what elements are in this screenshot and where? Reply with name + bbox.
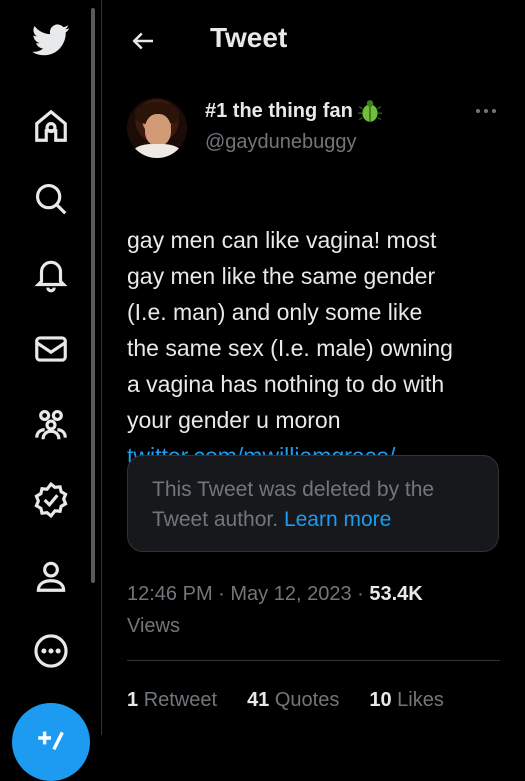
avatar[interactable] [127,98,187,158]
quotes-stat[interactable]: 41 Quotes [247,689,339,712]
page-header: Tweet [102,0,525,82]
retweets-stat[interactable]: 1 Retweet [127,689,217,712]
likes-count: 10 [369,689,392,711]
more-options-icon[interactable] [472,101,500,121]
beetle-emoji-icon [357,100,382,122]
engagement-stats: 1 Retweet 41 Quotes 10 Likes [127,689,474,712]
back-arrow-icon[interactable] [128,26,158,56]
quoted-tweet-card: This Tweet was deleted by the Tweet auth… [127,455,499,552]
compose-button[interactable] [12,703,90,781]
sidebar-scrollbar[interactable] [91,8,95,583]
column-divider [101,0,102,735]
tweet-meta: 12:46 PM · May 12, 2023 · 53.4K Views [127,583,423,637]
likes-stat[interactable]: 10 Likes [369,689,444,712]
author-display-name[interactable]: #1 the thing fan [205,100,353,123]
tweet-body: gay men can like vagina! most gay men li… [127,227,453,433]
retweets-count: 1 [127,689,139,711]
quotes-count: 41 [247,689,270,711]
likes-label: Likes [397,689,444,711]
retweets-label: Retweet [143,689,218,711]
verified-icon[interactable] [28,477,74,523]
more-circle-icon[interactable] [28,628,74,674]
twitter-logo-icon[interactable] [28,17,74,63]
learn-more-link[interactable]: Learn more [284,508,391,531]
views-label: Views [127,615,180,637]
author-name-row[interactable]: #1 the thing fan [205,98,383,124]
compose-icon [38,731,64,751]
search-icon[interactable] [28,176,74,222]
deleted-notice: This Tweet was deleted by the Tweet auth… [152,475,474,535]
views-count: 53.4K [369,583,423,605]
tweet-date[interactable]: May 12, 2023 [230,583,351,605]
quotes-label: Quotes [274,689,340,711]
mail-icon[interactable] [28,326,74,372]
profile-icon[interactable] [28,553,74,599]
divider [127,660,500,661]
communities-icon[interactable] [28,402,74,448]
tweet-time[interactable]: 12:46 PM [127,583,213,605]
page-title: Tweet [210,22,288,53]
bell-icon[interactable] [28,252,74,298]
author-handle[interactable]: @gaydunebuggy [205,131,357,154]
home-icon[interactable] [28,103,74,149]
sidebar-nav [0,0,100,781]
